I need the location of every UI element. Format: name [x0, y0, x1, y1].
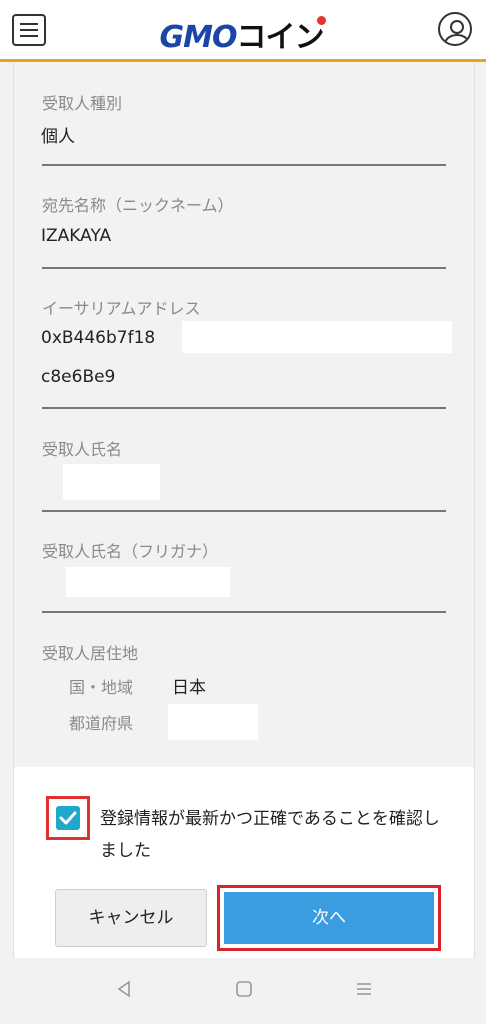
back-triangle-icon[interactable]: [114, 980, 134, 1000]
field-recipient-type: 受取人種別: [42, 90, 446, 114]
field-label: 受取人氏名: [42, 440, 123, 459]
field-label: 宛先名称（ニックネーム）: [42, 196, 234, 215]
divider: [42, 267, 446, 269]
field-value-eth-address-line1: 0xB446b7f18: [41, 328, 156, 348]
system-nav-bar: [0, 958, 486, 1024]
checkbox-highlight: [46, 796, 90, 840]
field-label: 受取人居住地: [42, 644, 139, 663]
field-recipient-name-kana: 受取人氏名（フリガナ）: [42, 538, 446, 562]
checkmark-icon: [59, 811, 77, 825]
agree-checkbox[interactable]: [56, 806, 80, 830]
next-button-highlight: 次へ: [217, 885, 441, 951]
app-header: GMOコイン: [0, 0, 486, 62]
field-recipient-name: 受取人氏名: [42, 436, 446, 460]
field-label: イーサリアムアドレス: [42, 299, 201, 318]
next-button[interactable]: 次へ: [224, 892, 434, 944]
redacted-block: [168, 704, 258, 740]
divider: [42, 407, 446, 409]
logo-coin-text: コイン: [236, 20, 324, 55]
divider: [42, 164, 446, 166]
field-value-nickname: IZAKAYA: [41, 226, 112, 246]
user-account-icon[interactable]: [438, 12, 472, 46]
gmo-coin-logo[interactable]: GMOコイン: [0, 12, 486, 56]
redacted-block: [182, 321, 452, 353]
country-label: 国・地域: [69, 678, 134, 697]
confirmation-card: 受取人種別 個人 宛先名称（ニックネーム） IZAKAYA イーサリアムアドレス…: [13, 62, 475, 958]
confirm-footer: 登録情報が最新かつ正確であることを確認しました キャンセル 次へ: [14, 767, 474, 958]
prefecture-label: 都道府県: [69, 714, 134, 733]
divider: [42, 611, 446, 613]
redacted-block: [63, 464, 160, 500]
field-nickname: 宛先名称（ニックネーム）: [42, 192, 446, 216]
field-label: 受取人氏名（フリガナ）: [42, 542, 219, 561]
field-value-eth-address-line2: c8e6Be9: [41, 367, 116, 387]
agree-text[interactable]: 登録情報が最新かつ正確であることを確認しました: [100, 803, 440, 867]
logo-red-dot: [317, 16, 327, 25]
field-value-recipient-type: 個人: [41, 127, 75, 147]
country-value: 日本: [172, 678, 206, 698]
home-square-icon[interactable]: [234, 980, 254, 1000]
field-eth-address: イーサリアムアドレス: [42, 295, 446, 319]
field-recipient-residence: 受取人居住地: [42, 640, 446, 664]
recents-lines-icon[interactable]: [354, 980, 374, 1000]
logo-gmo-text: GMO: [159, 20, 238, 55]
redacted-block: [66, 567, 230, 597]
cancel-button[interactable]: キャンセル: [55, 889, 207, 947]
field-label: 受取人種別: [42, 94, 123, 113]
divider: [42, 510, 446, 512]
